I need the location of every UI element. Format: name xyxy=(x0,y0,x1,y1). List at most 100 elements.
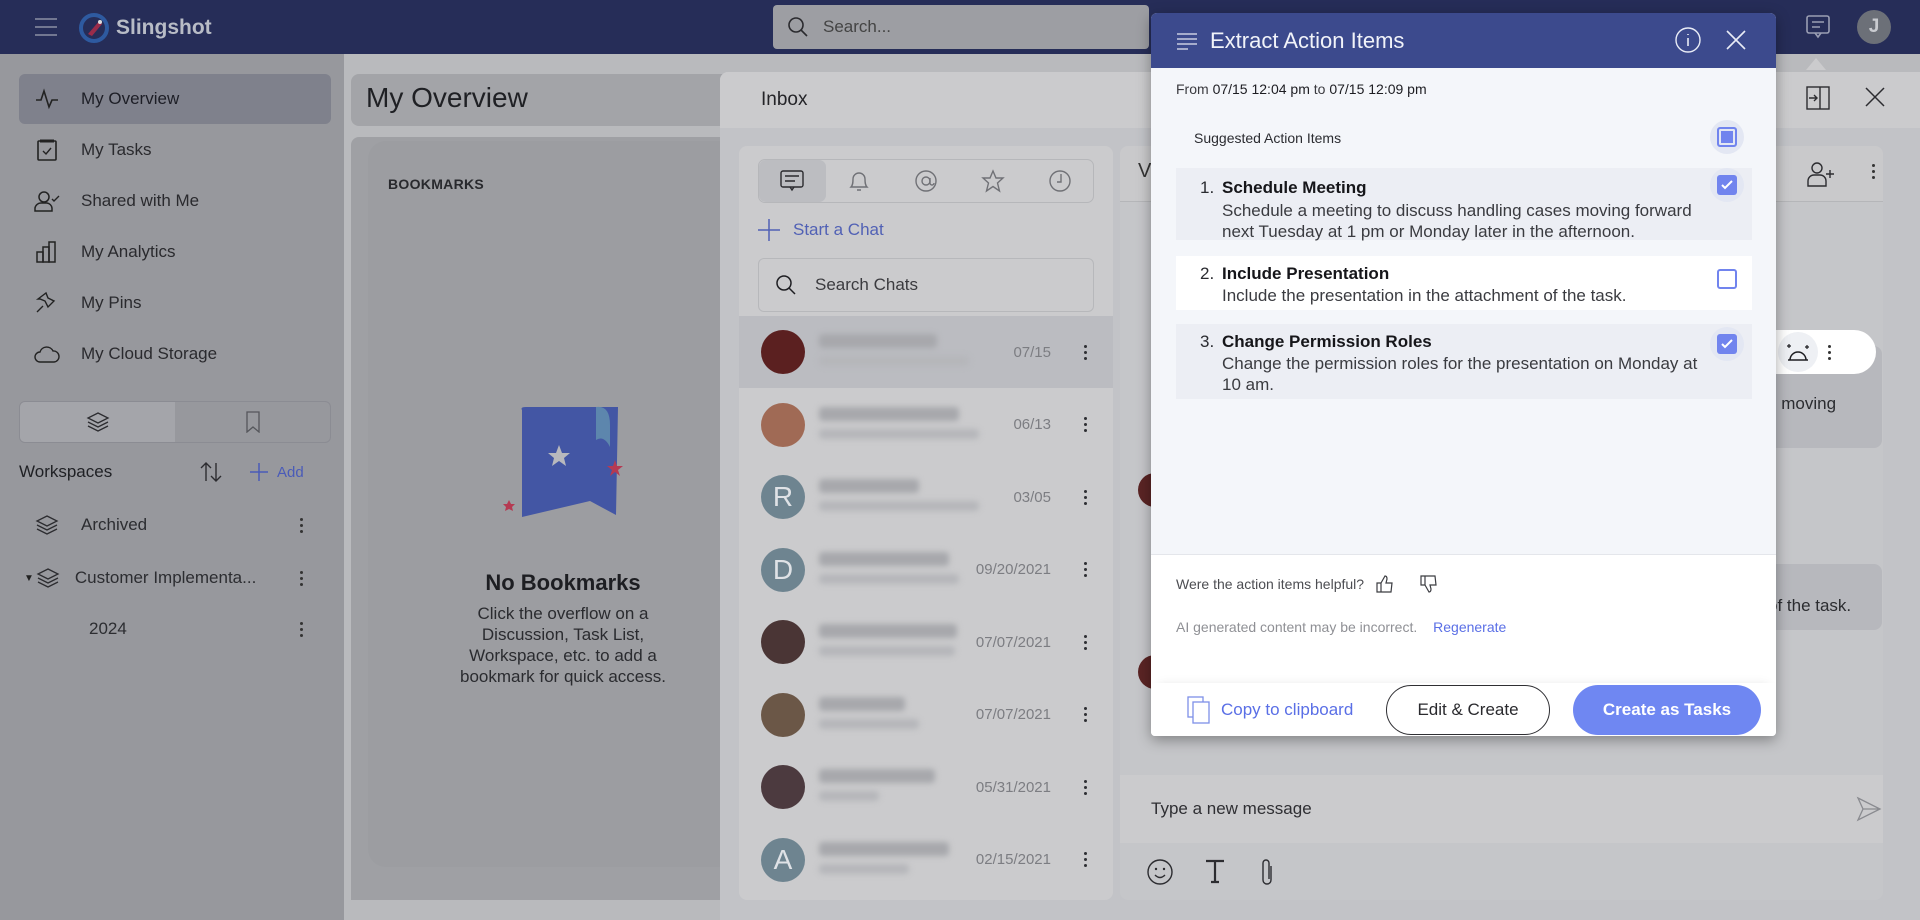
chat-preview-redacted xyxy=(819,646,955,656)
chat-more-icon[interactable] xyxy=(1084,634,1087,650)
chat-search[interactable] xyxy=(758,258,1094,312)
chat-icon xyxy=(780,170,805,192)
workspace-label: 2024 xyxy=(89,619,127,638)
tab-recent[interactable] xyxy=(1026,160,1093,202)
workspace-item[interactable]: 2024 xyxy=(19,607,331,651)
add-member-icon[interactable] xyxy=(1806,161,1836,187)
action-item-title: Schedule Meeting xyxy=(1222,178,1367,197)
sidebar-item-label: My Cloud Storage xyxy=(81,344,218,363)
chat-list-item[interactable]: 05/31/2021 xyxy=(739,751,1113,823)
sidebar-item-my-overview[interactable]: My Overview xyxy=(19,74,331,124)
chat-name-redacted xyxy=(819,406,959,421)
action-item-checkbox[interactable] xyxy=(1717,269,1737,289)
analytics-icon xyxy=(33,241,61,263)
sort-icon[interactable] xyxy=(199,461,223,483)
chat-avatar: D xyxy=(761,547,805,592)
text-format-icon[interactable] xyxy=(1204,858,1226,884)
chat-list-item[interactable]: A 02/15/2021 xyxy=(739,824,1113,896)
dock-panel-icon[interactable] xyxy=(1806,86,1830,110)
action-item-checkbox[interactable] xyxy=(1717,175,1737,195)
workspaces-title: Workspaces xyxy=(19,462,113,481)
more-options-icon[interactable] xyxy=(300,570,303,586)
shared-user-icon xyxy=(33,190,61,212)
tab-mentions[interactable] xyxy=(893,160,960,202)
conversation-more-icon[interactable] xyxy=(1872,164,1875,179)
message-text: of the task. xyxy=(1768,596,1852,615)
workspaces-tab[interactable] xyxy=(20,402,175,442)
info-icon[interactable] xyxy=(1675,27,1701,53)
edit-and-create-button[interactable]: Edit & Create xyxy=(1386,685,1550,735)
chat-search-input[interactable] xyxy=(815,275,1036,295)
global-search-input[interactable] xyxy=(823,17,1083,37)
chat-preview-redacted xyxy=(819,501,979,511)
message-more-icon[interactable] xyxy=(1828,344,1831,360)
chat-more-icon[interactable] xyxy=(1084,707,1087,722)
tab-notifications[interactable] xyxy=(826,160,893,202)
action-item-checkbox[interactable] xyxy=(1717,334,1737,354)
slingshot-logo-icon xyxy=(79,13,109,43)
clock-icon xyxy=(1048,170,1071,192)
select-all-checkbox-wrap xyxy=(1710,120,1744,154)
sidebar-item-my-analytics[interactable]: My Analytics xyxy=(19,227,331,277)
chat-list-item[interactable]: R 03/05 xyxy=(739,461,1113,533)
chat-more-icon[interactable] xyxy=(1084,779,1087,795)
chat-list-item[interactable]: D 09/20/2021 xyxy=(739,534,1113,606)
bookmarks-label: BOOKMARKS xyxy=(388,176,485,192)
dialog-title: Extract Action Items xyxy=(1210,27,1405,53)
panel-pointer xyxy=(1806,58,1826,70)
copy-to-clipboard-button[interactable]: Copy to clipboard xyxy=(1187,696,1353,724)
chat-more-icon[interactable] xyxy=(1084,852,1087,867)
action-item-title: Change Permission Roles xyxy=(1222,332,1432,351)
close-inbox-icon[interactable] xyxy=(1864,86,1886,108)
ai-disclaimer: AI generated content may be incorrect. xyxy=(1176,619,1418,635)
copy-label: Copy to clipboard xyxy=(1221,700,1354,719)
chat-more-icon[interactable] xyxy=(1084,417,1087,432)
workspace-item[interactable]: ▼ Customer Implementa... xyxy=(19,556,331,600)
more-options-icon[interactable] xyxy=(300,517,303,533)
global-search[interactable] xyxy=(773,5,1149,49)
more-options-icon[interactable] xyxy=(300,621,303,637)
range-from-label: From xyxy=(1176,81,1209,97)
thumbs-down-icon[interactable] xyxy=(1420,575,1438,593)
cloud-icon xyxy=(33,345,61,363)
chat-icon[interactable] xyxy=(1804,13,1832,41)
app-logo[interactable]: Slingshot xyxy=(78,12,212,44)
caret-down-icon[interactable]: ▼ xyxy=(24,573,34,584)
action-item-description: Include the presentation in the attachme… xyxy=(1222,286,1627,305)
sidebar-item-my-pins[interactable]: My Pins xyxy=(19,278,331,328)
chat-list-item[interactable]: 07/07/2021 xyxy=(739,679,1113,751)
tab-favorites[interactable] xyxy=(959,160,1026,202)
send-icon[interactable] xyxy=(1856,796,1882,822)
tab-chats[interactable] xyxy=(759,160,826,202)
menu-icon[interactable] xyxy=(34,17,58,37)
regenerate-link[interactable]: Regenerate xyxy=(1433,619,1506,635)
start-chat-button[interactable]: Start a Chat xyxy=(757,218,884,242)
chat-more-icon[interactable] xyxy=(1084,562,1087,577)
sidebar-item-label: My Tasks xyxy=(81,140,152,159)
sidebar-item-my-tasks[interactable]: My Tasks xyxy=(19,125,331,175)
user-avatar[interactable]: J xyxy=(1857,10,1891,44)
chat-list-item[interactable]: 07/15 xyxy=(739,316,1113,388)
thumbs-up-icon[interactable] xyxy=(1376,575,1394,593)
chat-list-item[interactable]: 07/07/2021 xyxy=(739,606,1113,678)
create-as-tasks-button[interactable]: Create as Tasks xyxy=(1573,685,1761,735)
emoji-icon[interactable] xyxy=(1146,858,1174,886)
chat-more-icon[interactable] xyxy=(1084,489,1087,505)
attach-icon[interactable] xyxy=(1259,858,1275,888)
close-icon[interactable] xyxy=(1725,29,1747,51)
workspace-item[interactable]: Archived xyxy=(19,503,331,547)
chat-more-icon[interactable] xyxy=(1084,344,1087,360)
checkbox-wrap xyxy=(1717,269,1737,289)
chat-date: 06/13 xyxy=(1013,416,1051,433)
chat-avatar: R xyxy=(761,475,805,519)
sidebar-item-shared-with-me[interactable]: Shared with Me xyxy=(19,176,331,226)
sidebar-item-my-cloud-storage[interactable]: My Cloud Storage xyxy=(19,329,331,379)
chat-list-item[interactable]: 06/13 xyxy=(739,389,1113,461)
message-input[interactable] xyxy=(1151,799,1791,819)
select-all-checkbox[interactable] xyxy=(1717,127,1737,147)
plus-icon xyxy=(250,463,268,481)
add-workspace-button[interactable]: Add xyxy=(249,462,304,482)
bookmarks-tab[interactable] xyxy=(175,402,330,442)
ai-action-icon[interactable] xyxy=(1778,332,1818,372)
checkbox-wrap xyxy=(1710,168,1744,202)
